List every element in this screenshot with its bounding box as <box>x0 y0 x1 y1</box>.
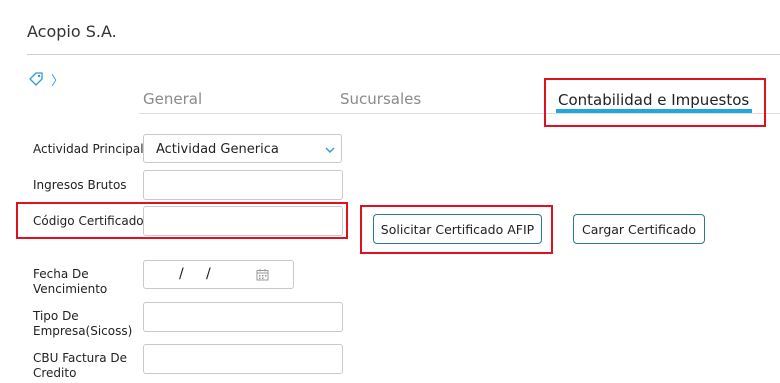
tab-sucursales[interactable]: Sucursales <box>340 90 421 108</box>
cargar-certificado-button[interactable]: Cargar Certificado <box>573 214 705 244</box>
ingresos-brutos-input[interactable] <box>143 170 343 200</box>
date-separator: / <box>206 266 211 282</box>
company-title: Acopio S.A. <box>27 22 117 41</box>
calendar-icon[interactable] <box>256 268 269 281</box>
header-divider <box>27 54 780 55</box>
breadcrumb-chevron-icon[interactable]: 〉 <box>51 70 64 89</box>
actividad-principal-select[interactable]: Actividad Generica <box>143 134 342 163</box>
actividad-principal-label: Actividad Principal <box>33 142 144 156</box>
codigo-certificado-input[interactable] <box>143 206 343 236</box>
date-separator: / <box>179 266 184 282</box>
tag-icon[interactable] <box>28 71 44 87</box>
chevron-down-icon <box>325 147 335 153</box>
fecha-vencimiento-input[interactable]: / / <box>143 260 294 289</box>
cbu-factura-credito-label: CBU Factura De Credito <box>33 351 127 380</box>
solicitar-certificado-afip-button[interactable]: Solicitar Certificado AFIP <box>373 214 542 244</box>
tab-general[interactable]: General <box>143 90 202 108</box>
actividad-principal-value: Actividad Generica <box>156 142 279 157</box>
tipo-empresa-label: Tipo De Empresa(Sicoss) <box>33 309 133 338</box>
fecha-vencimiento-label: Fecha De Vencimiento <box>33 267 108 296</box>
cbu-factura-credito-input[interactable] <box>143 344 343 374</box>
codigo-certificado-label: Código Certificado <box>33 214 144 228</box>
highlight-box-tab <box>544 78 766 127</box>
tipo-empresa-input[interactable] <box>143 302 343 332</box>
ingresos-brutos-label: Ingresos Brutos <box>33 178 127 192</box>
